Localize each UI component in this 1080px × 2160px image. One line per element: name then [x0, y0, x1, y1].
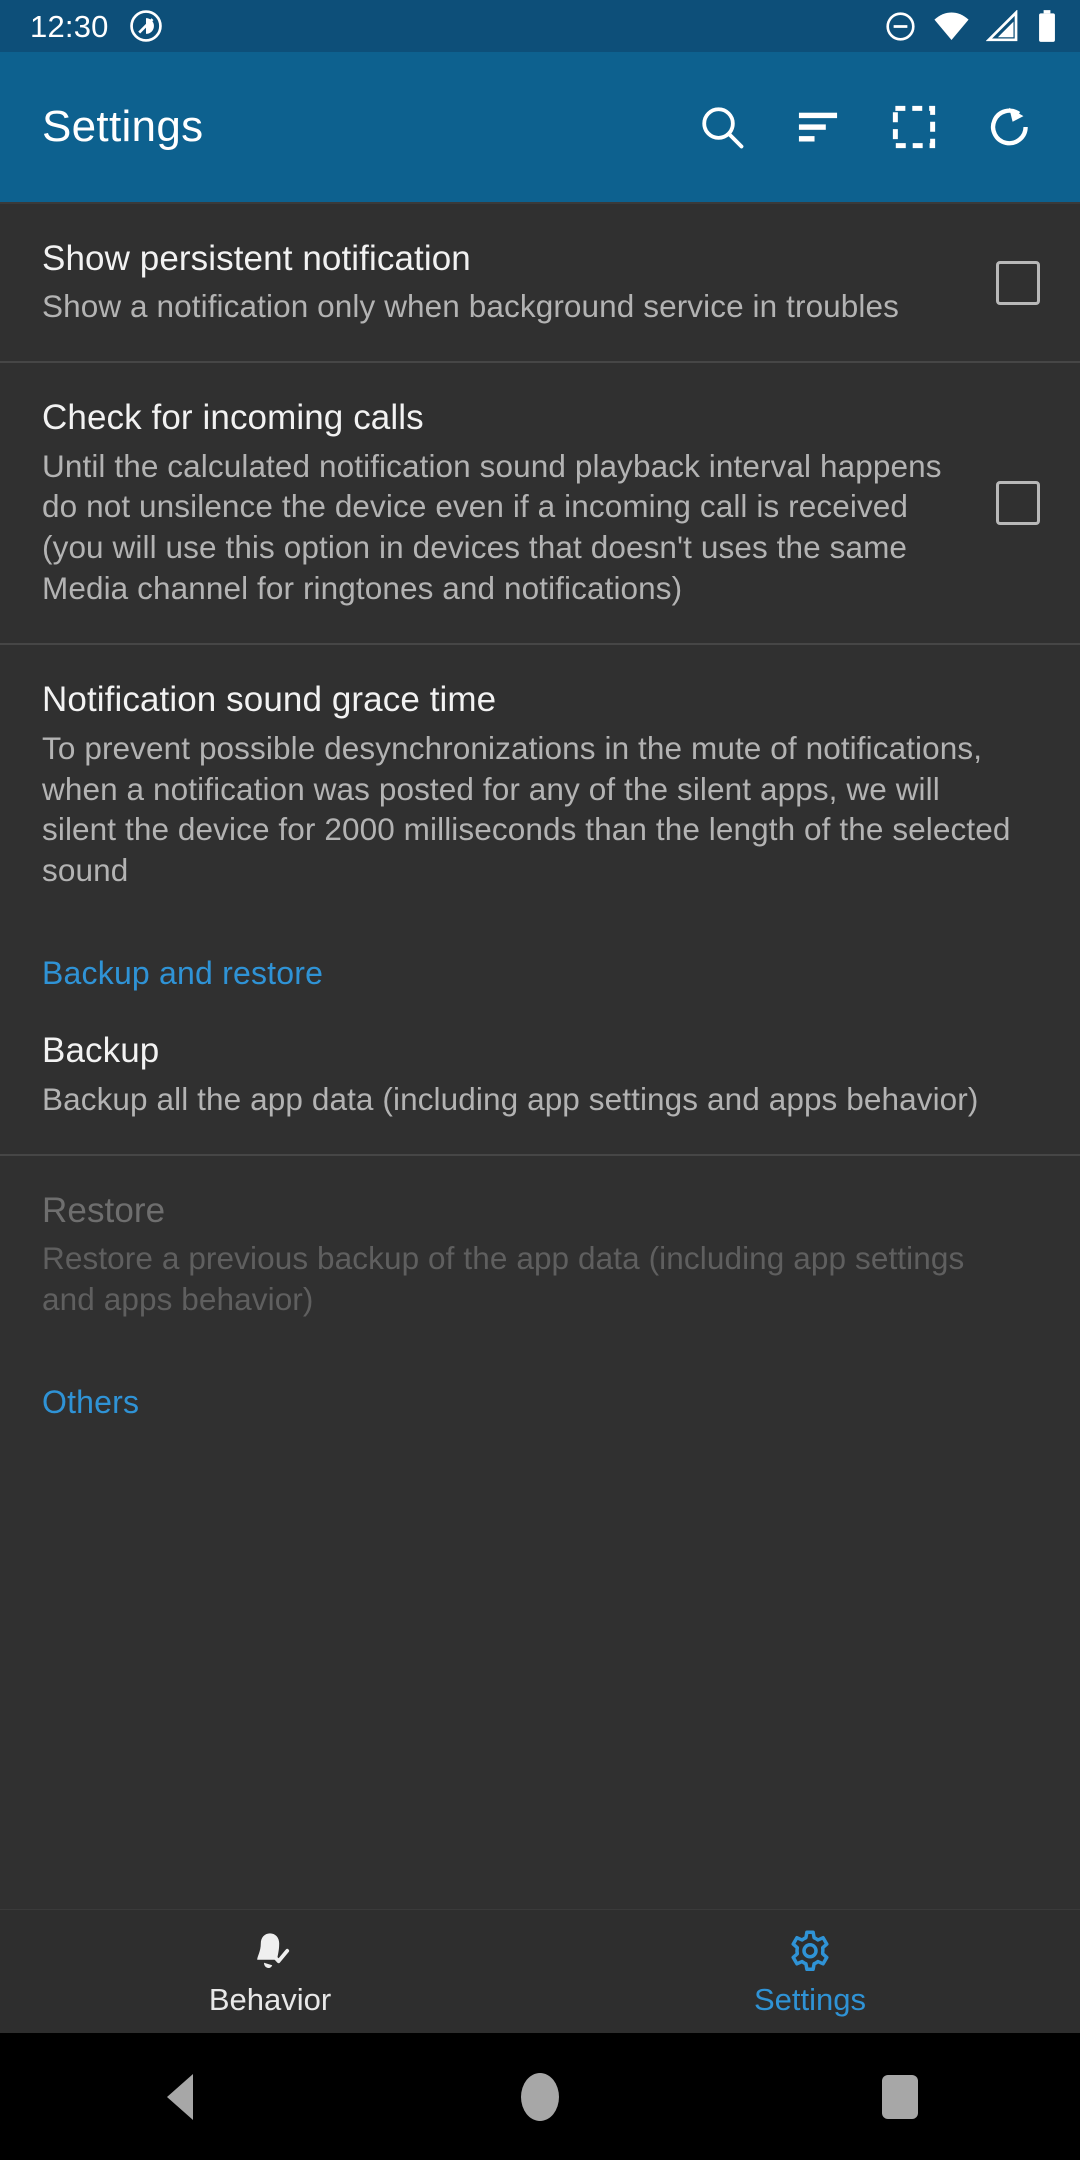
settings-list[interactable]: Show persistent notification Show a noti… [0, 202, 1080, 1909]
preference-check-for-incoming-calls[interactable]: Check for incoming calls Until the calcu… [0, 363, 1080, 643]
bottom-nav-tab-settings[interactable]: Settings [540, 1910, 1080, 2033]
preference-title: Backup [42, 1031, 160, 1071]
persistent-notification-checkbox[interactable] [996, 260, 1040, 305]
preference-title: Restore [42, 1190, 166, 1230]
refresh-button[interactable] [962, 79, 1058, 175]
phone-screen: 12:30 Settings Show persistent notificat… [0, 0, 1080, 2160]
preference-backup[interactable]: Backup Backup all the app data (includin… [0, 996, 1080, 1153]
preference-title: Show persistent notification [42, 239, 471, 278]
app-notification-icon [129, 10, 162, 42]
preference-notification-sound-grace-time[interactable]: Notification sound grace time To prevent… [0, 645, 1080, 925]
bottom-nav-tab-behavior[interactable]: Behavior [0, 1910, 540, 2033]
preference-show-persistent-notification[interactable]: Show persistent notification Show a noti… [0, 204, 1080, 361]
preference-summary: Until the calculated notification sound … [42, 447, 942, 607]
preference-text: Notification sound grace time To prevent… [42, 679, 1040, 891]
preference-text: Show persistent notification Show a noti… [42, 238, 990, 327]
cellular-signal-icon [986, 9, 1018, 41]
app-bar: Settings [0, 52, 1080, 202]
preference-title: Notification sound grace time [42, 680, 497, 720]
status-bar-notification-icons [129, 9, 163, 43]
sort-icon [798, 112, 838, 142]
preference-widget [990, 481, 1040, 526]
status-bar: 12:30 [0, 0, 1080, 52]
preference-text: Backup Backup all the app data (includin… [42, 1030, 1040, 1119]
incoming-calls-checkbox[interactable] [996, 481, 1040, 526]
search-icon [702, 107, 744, 149]
refresh-icon [990, 107, 1028, 146]
page-title: Settings [42, 102, 204, 151]
app-bar-actions [674, 79, 1058, 175]
recents-button[interactable] [820, 2033, 980, 2160]
home-icon [521, 2072, 559, 2121]
preference-text: Check for incoming calls Until the calcu… [42, 397, 990, 609]
bell-check-icon [257, 1932, 290, 1968]
category-header-backup-and-restore: Backup and restore [42, 955, 324, 992]
bottom-navigation: Behavior Settings [0, 1909, 1080, 2033]
dnd-icon [886, 11, 915, 41]
search-button[interactable] [674, 79, 770, 175]
select-all-icon [892, 105, 936, 149]
recents-icon [882, 2074, 918, 2119]
wifi-icon [934, 12, 969, 40]
preference-summary: Backup all the app data (including app s… [42, 1080, 979, 1117]
preference-widget [990, 260, 1040, 305]
back-button[interactable] [100, 2033, 260, 2160]
preference-restore: Restore Restore a previous backup of the… [0, 1156, 1080, 1354]
status-bar-system-icons [884, 9, 1058, 43]
android-system-navigation-bar [0, 2033, 1080, 2160]
gear-icon [791, 1929, 829, 1971]
category-header-others: Others [42, 1383, 140, 1420]
preference-summary: Show a notification only when background… [42, 288, 899, 325]
preference-title: Check for incoming calls [42, 398, 424, 438]
battery-icon [1039, 10, 1055, 42]
preference-summary: To prevent possible desynchronizations i… [42, 729, 1011, 889]
bottom-nav-label: Settings [753, 1981, 866, 2017]
preference-text: Restore Restore a previous backup of the… [42, 1190, 1040, 1320]
sort-button[interactable] [770, 79, 866, 175]
status-bar-clock: 12:30 [30, 8, 109, 44]
preference-summary: Restore a previous backup of the app dat… [42, 1239, 965, 1317]
back-icon [167, 2073, 193, 2120]
home-button[interactable] [460, 2033, 620, 2160]
bottom-nav-label: Behavior [208, 1981, 332, 2017]
select-all-button[interactable] [866, 79, 962, 175]
